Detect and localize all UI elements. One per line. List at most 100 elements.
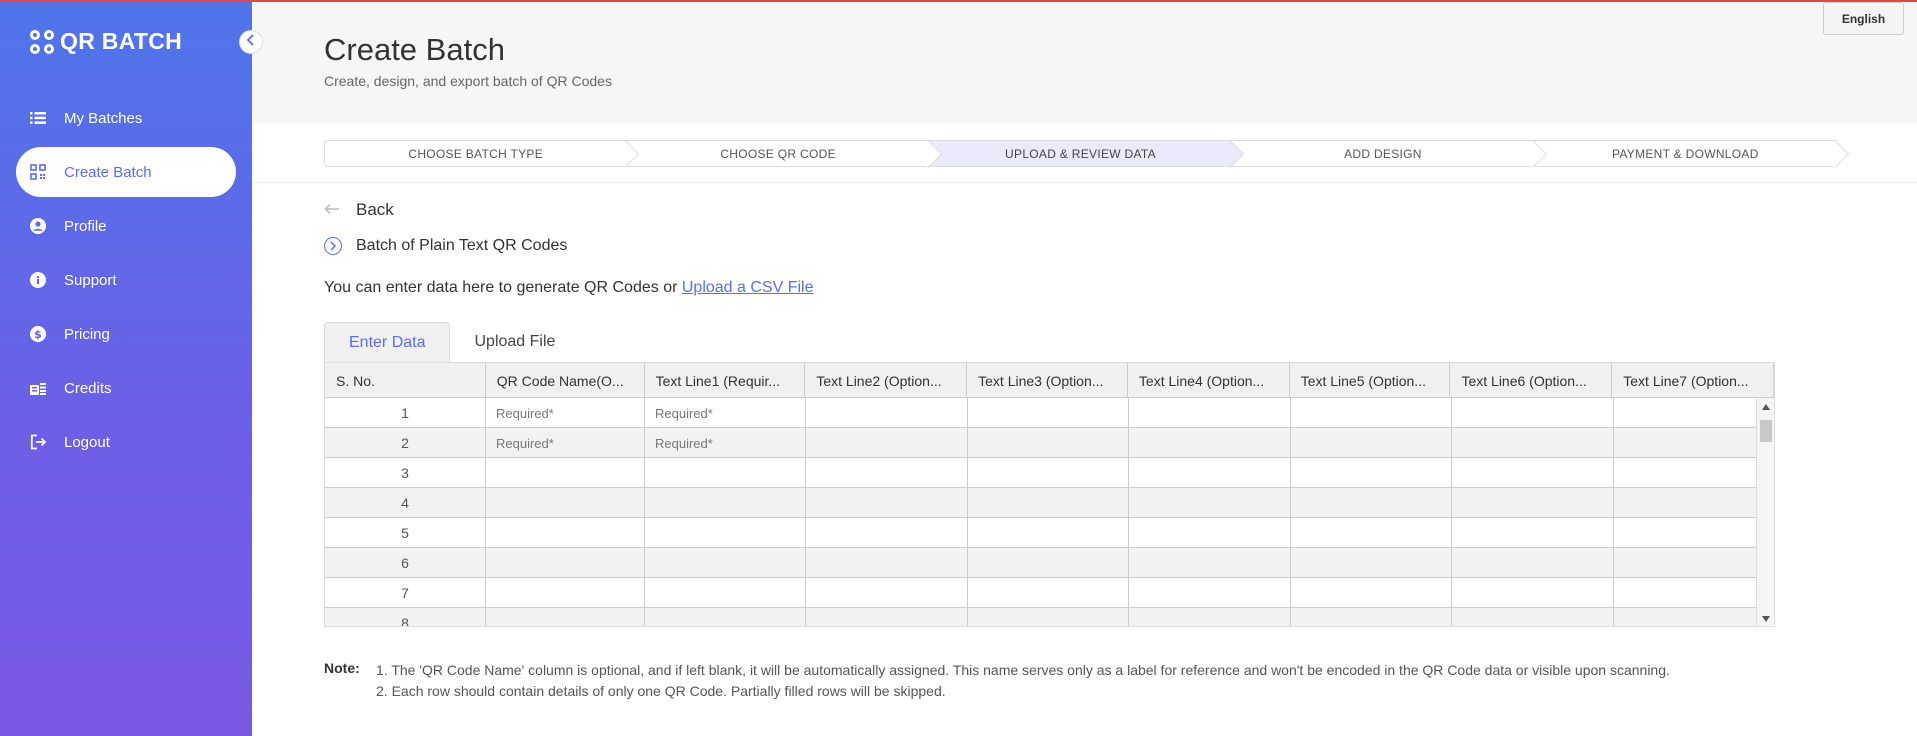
data-cell[interactable]	[968, 578, 1129, 608]
upload-csv-link[interactable]: Upload a CSV File	[682, 279, 814, 296]
data-cell[interactable]	[645, 578, 806, 608]
data-cell[interactable]	[486, 608, 645, 626]
row-number-cell: 5	[325, 518, 486, 548]
data-cell[interactable]	[1452, 518, 1614, 548]
step-choose-qr-code[interactable]: CHOOSE QR CODE	[626, 140, 929, 167]
data-cell[interactable]	[806, 488, 968, 518]
data-cell[interactable]	[968, 398, 1129, 428]
sidebar-item-credits[interactable]: Credits	[16, 363, 236, 413]
data-cell[interactable]	[645, 458, 806, 488]
note-item: 1. The 'QR Code Name' column is optional…	[376, 662, 1670, 678]
column-header-sno[interactable]: S. No.	[325, 363, 486, 398]
data-cell[interactable]	[1614, 428, 1758, 458]
data-cell[interactable]: Required*	[486, 428, 645, 458]
data-cell[interactable]	[1452, 608, 1614, 626]
data-cell[interactable]	[806, 608, 968, 626]
data-cell[interactable]	[968, 548, 1129, 578]
data-cell[interactable]	[1291, 518, 1452, 548]
column-header-text-line1[interactable]: Text Line1 (Requir...	[645, 363, 806, 398]
data-cell[interactable]	[806, 458, 968, 488]
sidebar-item-support[interactable]: Support	[16, 255, 236, 305]
tab-upload-file[interactable]: Upload File	[450, 322, 579, 362]
sidebar-item-create-batch[interactable]: Create Batch	[16, 147, 236, 197]
data-cell[interactable]	[806, 518, 968, 548]
column-header-text-line2[interactable]: Text Line2 (Option...	[805, 363, 968, 398]
data-cell[interactable]: Required*	[645, 428, 806, 458]
sidebar-item-my-batches[interactable]: My Batches	[16, 93, 236, 143]
data-cell[interactable]	[1291, 398, 1452, 428]
data-cell[interactable]	[968, 428, 1129, 458]
data-cell[interactable]	[968, 518, 1129, 548]
data-cell[interactable]: Required*	[486, 398, 645, 428]
data-cell[interactable]	[1614, 608, 1758, 626]
data-cell[interactable]	[1452, 428, 1614, 458]
row-number-cell: 2	[325, 428, 486, 458]
scroll-down-icon[interactable]	[1762, 616, 1770, 622]
language-select-button[interactable]: English	[1823, 2, 1904, 35]
scroll-thumb[interactable]	[1760, 420, 1772, 442]
data-cell[interactable]	[1129, 578, 1291, 608]
data-cell[interactable]	[1129, 398, 1291, 428]
collapse-sidebar-button[interactable]	[239, 30, 263, 54]
data-cell[interactable]	[1291, 488, 1452, 518]
data-cell[interactable]	[1452, 548, 1614, 578]
data-cell[interactable]	[806, 548, 968, 578]
data-cell[interactable]	[1452, 398, 1614, 428]
back-button[interactable]: Back	[324, 200, 394, 220]
data-cell[interactable]	[1129, 428, 1291, 458]
data-cell[interactable]	[1129, 608, 1291, 626]
data-cell[interactable]	[1452, 458, 1614, 488]
data-cell[interactable]	[968, 488, 1129, 518]
grid-scrollbar[interactable]	[1756, 398, 1774, 626]
data-cell[interactable]	[645, 518, 806, 548]
column-header-text-line6[interactable]: Text Line6 (Option...	[1450, 363, 1613, 398]
app-logo[interactable]: QR BATCH	[30, 28, 182, 55]
data-cell[interactable]	[1614, 548, 1758, 578]
scroll-up-icon[interactable]	[1762, 404, 1770, 410]
data-cell[interactable]	[1614, 458, 1758, 488]
data-cell[interactable]	[1129, 518, 1291, 548]
data-cell[interactable]	[1129, 548, 1291, 578]
column-header-text-line5[interactable]: Text Line5 (Option...	[1290, 363, 1451, 398]
column-header-text-line4[interactable]: Text Line4 (Option...	[1128, 363, 1290, 398]
step-upload-review-data[interactable]: UPLOAD & REVIEW DATA	[928, 140, 1232, 167]
data-cell[interactable]	[1291, 548, 1452, 578]
data-cell[interactable]	[486, 518, 645, 548]
data-cell[interactable]	[1452, 488, 1614, 518]
data-cell[interactable]	[1291, 578, 1452, 608]
data-cell[interactable]	[645, 548, 806, 578]
data-cell[interactable]	[806, 428, 968, 458]
data-cell[interactable]	[1452, 578, 1614, 608]
data-cell[interactable]	[1291, 608, 1452, 626]
step-add-design[interactable]: ADD DESIGN	[1231, 140, 1534, 167]
column-header-qr-code-name[interactable]: QR Code Name(O...	[486, 363, 645, 398]
data-cell[interactable]	[1291, 428, 1452, 458]
data-cell[interactable]	[1129, 458, 1291, 488]
data-cell[interactable]	[1129, 488, 1291, 518]
sidebar-item-pricing[interactable]: $ Pricing	[16, 309, 236, 359]
data-cell[interactable]	[806, 578, 968, 608]
sidebar-item-logout[interactable]: Logout	[16, 417, 236, 467]
data-cell[interactable]	[645, 488, 806, 518]
data-cell[interactable]	[645, 608, 806, 626]
data-cell[interactable]	[968, 608, 1129, 626]
data-cell[interactable]	[1614, 518, 1758, 548]
data-cell[interactable]	[1614, 488, 1758, 518]
data-cell[interactable]	[486, 548, 645, 578]
data-cell[interactable]	[1614, 398, 1758, 428]
sidebar-item-profile[interactable]: Profile	[16, 201, 236, 251]
tab-enter-data[interactable]: Enter Data	[324, 322, 451, 362]
data-cell[interactable]	[486, 578, 645, 608]
column-header-text-line7[interactable]: Text Line7 (Option...	[1612, 363, 1774, 398]
data-cell[interactable]	[1614, 578, 1758, 608]
data-cell[interactable]: Required*	[645, 398, 806, 428]
step-payment-download[interactable]: PAYMENT & DOWNLOAD	[1533, 140, 1837, 167]
user-icon	[30, 218, 46, 234]
data-cell[interactable]	[968, 458, 1129, 488]
column-header-text-line3[interactable]: Text Line3 (Option...	[967, 363, 1128, 398]
data-cell[interactable]	[1291, 458, 1452, 488]
data-cell[interactable]	[806, 398, 968, 428]
data-cell[interactable]	[486, 458, 645, 488]
step-choose-batch-type[interactable]: CHOOSE BATCH TYPE	[324, 140, 627, 167]
data-cell[interactable]	[486, 488, 645, 518]
